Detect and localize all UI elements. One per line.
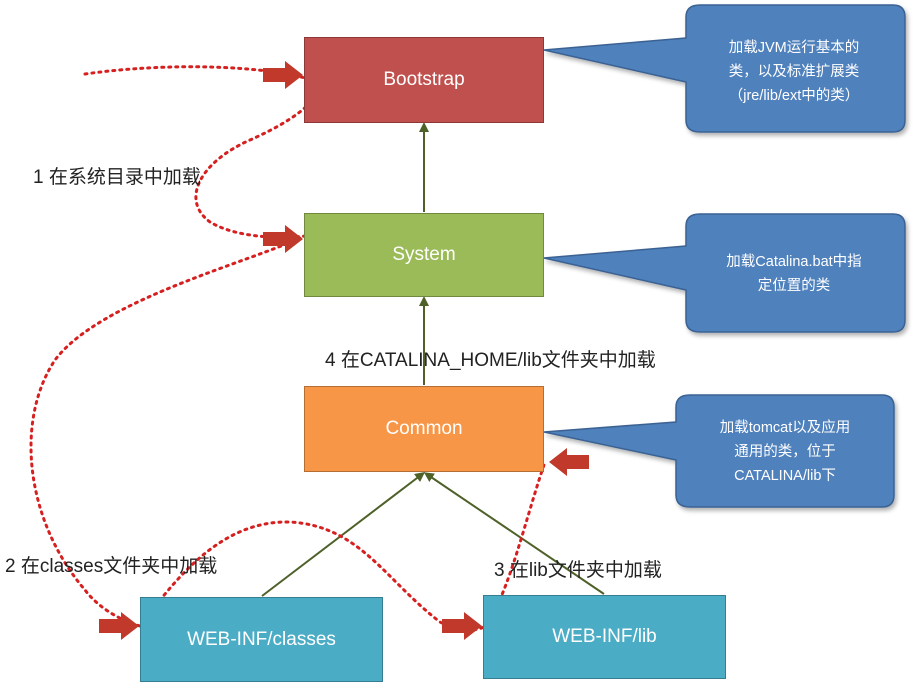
callout-common-line-1: 加载tomcat以及应用 <box>719 420 851 436</box>
bootstrap-label: Bootstrap <box>383 69 465 90</box>
system-label: System <box>392 244 456 265</box>
callout-bootstrap-line-1: 加载JVM运行基本的 <box>728 40 860 56</box>
pointer-arrow-common <box>549 448 589 476</box>
common-loader-box: Common <box>304 386 544 472</box>
callout-bootstrap-line-2: 类，以及标准扩展类 <box>728 64 860 80</box>
callout-system-line-1: 加载Catalina.bat中指 <box>726 254 862 270</box>
callout-common-line-2: 通用的类，位于 <box>734 444 836 460</box>
callout-common-text: 加载tomcat以及应用 通用的类，位于 CATALINA/lib下 <box>676 398 894 506</box>
callout-system-text: 加载Catalina.bat中指 定位置的类 <box>686 218 902 330</box>
callout-common-line-3: CATALINA/lib下 <box>734 468 836 484</box>
callout-bootstrap-line-3: （jre/lib/ext中的类） <box>728 88 860 104</box>
webinf-classes-label: WEB-INF/classes <box>187 628 336 650</box>
webinf-lib-label: WEB-INF/lib <box>552 626 657 647</box>
step-3-label: 3 在lib文件夹中加载 <box>494 560 662 581</box>
step-4-label: 4 在CATALINA_HOME/lib文件夹中加载 <box>325 350 656 371</box>
common-label: Common <box>385 418 463 439</box>
pointer-arrow-bootstrap <box>263 61 303 89</box>
system-loader-box: System <box>304 213 544 297</box>
webinf-lib-loader-box: WEB-INF/lib <box>483 595 726 679</box>
bootstrap-loader-box: Bootstrap <box>304 37 544 123</box>
step-2-label: 2 在classes文件夹中加载 <box>5 556 218 577</box>
pointer-arrow-system <box>263 225 303 253</box>
callout-bootstrap-text: 加载JVM运行基本的 类，以及标准扩展类 （jre/lib/ext中的类） <box>686 12 902 132</box>
callout-system-line-2: 定位置的类 <box>757 278 831 294</box>
step-1-label: 1 在系统目录中加载 <box>33 167 201 188</box>
webinf-classes-loader-box: WEB-INF/classes <box>140 597 383 682</box>
pointer-arrow-lib <box>442 612 482 640</box>
